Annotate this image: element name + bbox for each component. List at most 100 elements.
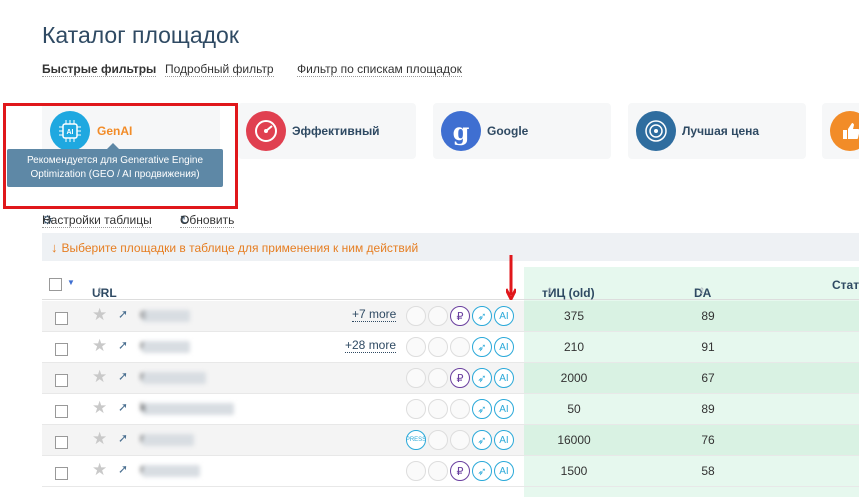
ai-icon: AI [494,461,514,481]
external-link-icon[interactable]: ➚ [118,431,128,445]
badge-inactive-icon [406,306,426,326]
site-url[interactable]: r [140,338,190,353]
red-arrow-annotation [506,255,516,300]
badge-inactive-icon [450,399,470,419]
select-all-checkbox[interactable] [49,278,62,291]
card-label: Google [487,124,529,138]
rocket-icon: ➶ [472,337,492,357]
more-link[interactable]: +28 more [345,339,397,353]
row-checkbox[interactable] [55,436,68,449]
table-row[interactable]: ★ ➚ c +7 more ₽ ➶ AI 375 89 [42,301,859,332]
external-link-icon[interactable]: ➚ [118,400,128,414]
tic-value: 16000 [557,433,591,447]
arrow-down-icon: ↓ [51,240,58,255]
site-url[interactable]: r [140,462,200,477]
row-checkbox[interactable] [55,405,68,418]
da-value: 89 [701,402,715,416]
ruble-icon: ₽ [450,306,470,326]
site-url[interactable]: k [140,400,234,415]
page-title: Каталог площадок [42,22,239,48]
badge-inactive-icon [428,306,448,326]
filter-card-best-price[interactable]: Лучшая цена [628,103,806,159]
row-checkbox[interactable] [55,374,68,387]
column-stat[interactable]: Стат [832,278,859,292]
tab-detailed-filter[interactable]: Подробный фильтр [165,62,274,77]
site-url[interactable]: r [140,431,194,446]
row-checkbox[interactable] [55,467,68,480]
rocket-icon: ➶ [472,399,492,419]
badge-inactive-icon [406,337,426,357]
ruble-icon: ₽ [450,461,470,481]
star-icon[interactable]: ★ [92,460,107,480]
row-checkbox[interactable] [55,343,68,356]
site-url[interactable]: r [140,369,206,384]
tic-value: 210 [563,340,585,354]
thumbs-up-icon [830,111,859,151]
chevron-down-icon[interactable]: ▼ [67,278,75,287]
filter-card-google[interactable]: g Google [433,103,611,159]
da-value: 89 [701,309,715,323]
external-link-icon[interactable]: ➚ [118,369,128,383]
badge-inactive-icon [406,461,426,481]
table-row[interactable]: ★ ➚ k ➶ AI 50 89 [42,394,859,425]
ai-icon: AI [494,368,514,388]
star-icon[interactable]: ★ [92,367,107,387]
tab-quick-filters[interactable]: Быстрые фильтры [42,62,157,77]
table-header: ▼ URL ⇕ тИЦ (old) ⇕ DA ⇕ Стат [42,270,859,300]
badge-inactive-icon [450,337,470,357]
tic-value: 2000 [560,371,588,385]
ai-icon: AI [494,430,514,450]
speedometer-icon [246,111,286,151]
da-value: 67 [701,371,715,385]
row-checkbox[interactable] [55,312,68,325]
da-value: 91 [701,340,715,354]
tic-value: 375 [563,309,585,323]
ruble-icon: ₽ [450,368,470,388]
rocket-icon: ➶ [472,430,492,450]
card-label: Лучшая цена [682,124,760,138]
target-icon [636,111,676,151]
filter-card-popular[interactable] [822,103,859,159]
genai-tooltip: Рекомендуется для Generative Engine Opti… [7,143,223,187]
da-value: 58 [701,464,715,478]
rocket-icon: ➶ [472,461,492,481]
badge-inactive-icon [450,430,470,450]
star-icon[interactable]: ★ [92,336,107,356]
badge-inactive-icon [406,368,426,388]
badge-inactive-icon [428,368,448,388]
sort-icon: ⇕ [96,286,104,296]
star-icon[interactable]: ★ [92,305,107,325]
star-icon[interactable]: ★ [92,398,107,418]
rocket-icon: ➶ [472,368,492,388]
external-link-icon[interactable]: ➚ [118,338,128,352]
badge-inactive-icon [406,399,426,419]
badge-inactive-icon [428,399,448,419]
table-row[interactable]: ★ ➚ r ₽ ➶ AI 2000 67 [42,363,859,394]
sort-icon: ⇕ [698,286,706,296]
ai-icon: AI [494,306,514,326]
ai-icon: AI [494,399,514,419]
badge-inactive-icon [428,430,448,450]
action-hint-bar: ↓ Выберите площадки в таблице для примене… [42,233,859,261]
tab-list-filter[interactable]: Фильтр по спискам площадок [297,62,462,77]
table-row[interactable]: ★ ➚ r PRESS ➶ AI 16000 76 [42,425,859,456]
table-row[interactable]: ★ ➚ r +28 more ➶ AI 210 91 [42,332,859,363]
external-link-icon[interactable]: ➚ [118,307,128,321]
star-icon[interactable]: ★ [92,429,107,449]
badge-inactive-icon [428,337,448,357]
ai-icon: AI [494,337,514,357]
more-link[interactable]: +7 more [352,308,397,322]
sort-icon: ⇕ [546,286,554,296]
google-icon: g [441,111,481,151]
press-release-icon: PRESS [406,430,426,450]
tic-value: 50 [567,402,581,416]
badge-inactive-icon [428,461,448,481]
card-label: Эффективный [292,124,380,138]
filter-card-effective[interactable]: Эффективный [238,103,416,159]
rocket-icon: ➶ [472,306,492,326]
tic-value: 1500 [560,464,588,478]
table-row[interactable]: ★ ➚ r ₽ ➶ AI 1500 58 [42,456,859,487]
external-link-icon[interactable]: ➚ [118,462,128,476]
da-value: 76 [701,433,715,447]
site-url[interactable]: c [140,307,190,322]
